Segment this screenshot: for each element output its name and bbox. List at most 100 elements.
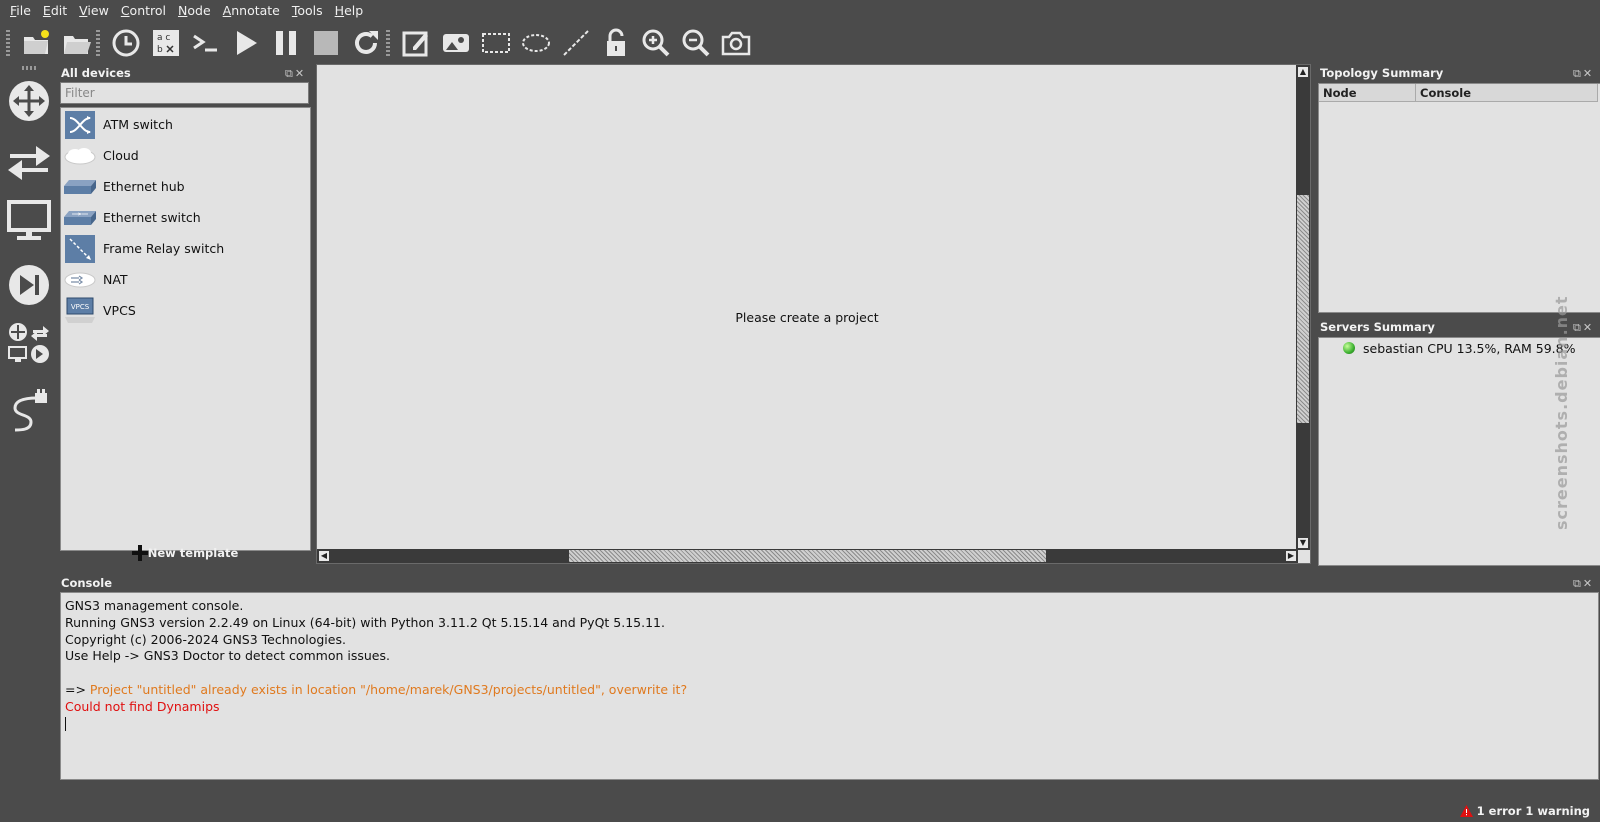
new-project-icon: [24, 30, 49, 54]
console-input-line[interactable]: [65, 716, 1594, 733]
devices-panel-title: All devices: [61, 66, 131, 80]
vpcs-badge-text: VPCS: [71, 303, 90, 311]
new-template-button[interactable]: New template: [58, 542, 312, 564]
toolbar-grip[interactable]: [386, 30, 390, 56]
browse-security-devices-button[interactable]: [4, 260, 54, 310]
watermark: screenshots.debian.net: [1552, 295, 1571, 530]
device-item-nat[interactable]: NAT: [61, 264, 308, 295]
vertical-scrollbar[interactable]: ▲ ▼: [1296, 65, 1310, 550]
draw-rectangle-button[interactable]: [476, 24, 516, 62]
scroll-up-icon[interactable]: ▲: [1298, 67, 1308, 77]
panel-float-close-icon[interactable]: ⧉✕: [1573, 67, 1597, 80]
panel-float-close-icon[interactable]: ⧉✕: [285, 67, 309, 80]
status-text: 1 error 1 warning: [1476, 804, 1590, 818]
cable-link-icon: [13, 389, 47, 432]
svg-text:a c: a c: [157, 33, 170, 43]
scroll-right-icon[interactable]: ▶: [1286, 551, 1296, 561]
atm-switch-icon: [64, 110, 96, 139]
menu-node[interactable]: Node: [172, 0, 217, 22]
vpcs-icon: VPCS: [64, 297, 96, 325]
reload-all-button[interactable]: [346, 24, 386, 62]
console-warning-text: Project "untitled" already exists in loc…: [89, 681, 688, 697]
menu-annotate[interactable]: Annotate: [217, 0, 286, 22]
open-folder-icon: [64, 36, 91, 54]
menu-help[interactable]: Help: [329, 0, 370, 22]
zoom-out-button[interactable]: [676, 24, 716, 62]
panel-float-close-icon[interactable]: ⧉✕: [1573, 577, 1597, 590]
add-note-button[interactable]: [396, 24, 436, 62]
menu-file[interactable]: File: [4, 0, 37, 22]
device-item-cloud[interactable]: Cloud: [61, 140, 308, 171]
server-row[interactable]: sebastian CPU 13.5%, RAM 59.8%: [1319, 339, 1575, 357]
device-list: ATM switch Cloud Ethernet hub Ethernet s…: [60, 107, 311, 551]
line-icon: [563, 30, 589, 56]
new-project-button[interactable]: [16, 24, 56, 62]
draw-ellipse-button[interactable]: [516, 24, 556, 62]
console-error-line: Could not find Dynamips: [65, 698, 220, 714]
snapshot-button[interactable]: [106, 24, 146, 62]
browse-all-devices-button[interactable]: [4, 318, 54, 368]
plus-icon: [131, 545, 148, 561]
toolbar: a c b: [0, 22, 800, 64]
status-bar: 1 error 1 warning: [0, 800, 1600, 822]
browse-routers-button[interactable]: [4, 76, 54, 126]
play-icon: [237, 31, 257, 55]
horizontal-scroll-thumb[interactable]: [569, 550, 1046, 562]
scroll-down-icon[interactable]: ▼: [1298, 538, 1308, 548]
screenshot-button[interactable]: [716, 24, 756, 62]
zoom-in-button[interactable]: [636, 24, 676, 62]
topology-canvas[interactable]: Please create a project ▲ ▼ ◀ ▶: [316, 64, 1311, 564]
menu-edit[interactable]: Edit: [37, 0, 73, 22]
topology-panel-title: Topology Summary: [1320, 66, 1444, 80]
switch-arrows-icon: [8, 146, 50, 180]
rectangle-icon: [482, 33, 510, 53]
start-all-button[interactable]: [226, 24, 266, 62]
device-item-ethernet-switch[interactable]: Ethernet switch: [61, 202, 308, 233]
toolbar-grip[interactable]: [6, 30, 10, 56]
nat-icon: [64, 266, 96, 294]
device-item-vpcs[interactable]: VPCS VPCS: [61, 295, 308, 326]
ellipse-icon: [522, 34, 550, 52]
panel-float-close-icon[interactable]: ⧉✕: [1573, 321, 1597, 334]
new-template-label: New template: [147, 546, 239, 560]
column-header-console[interactable]: Console: [1416, 84, 1598, 102]
browse-end-devices-button[interactable]: [4, 196, 54, 246]
console-panel: Console ⧉✕ GNS3 management console. Runn…: [58, 574, 1600, 794]
text-cursor: [65, 717, 66, 732]
browse-switches-button[interactable]: [4, 136, 54, 186]
menu-view[interactable]: View: [73, 0, 115, 22]
reload-icon: [355, 31, 378, 54]
show-interface-labels-button[interactable]: a c b: [146, 24, 186, 62]
device-item-atm-switch[interactable]: ATM switch: [61, 109, 308, 140]
console-panel-title: Console: [61, 576, 113, 590]
device-item-ethernet-hub[interactable]: Ethernet hub: [61, 171, 308, 202]
horizontal-scrollbar[interactable]: ◀ ▶: [317, 549, 1298, 563]
console-all-button[interactable]: [186, 24, 226, 62]
open-project-button[interactable]: [56, 24, 96, 62]
play-skip-icon: [9, 265, 49, 305]
console-output[interactable]: GNS3 management console. Running GNS3 ve…: [60, 592, 1599, 780]
device-label: Cloud: [103, 148, 139, 163]
menu-tools[interactable]: Tools: [286, 0, 329, 22]
frame-relay-switch-icon: [64, 234, 96, 263]
insert-picture-button[interactable]: [436, 24, 476, 62]
toolbar-grip[interactable]: [96, 30, 100, 56]
column-header-node[interactable]: Node: [1319, 84, 1416, 102]
add-link-button[interactable]: [4, 386, 54, 436]
device-item-frame-relay-switch[interactable]: Frame Relay switch: [61, 233, 308, 264]
device-label: Frame Relay switch: [103, 241, 225, 256]
cloud-icon: [64, 142, 96, 170]
device-label: NAT: [103, 272, 128, 287]
device-filter-input[interactable]: [60, 82, 309, 104]
stop-all-button[interactable]: [306, 24, 346, 62]
scroll-left-icon[interactable]: ◀: [319, 551, 329, 561]
suspend-all-button[interactable]: [266, 24, 306, 62]
status-indicator[interactable]: 1 error 1 warning: [1459, 804, 1590, 818]
ethernet-switch-icon: [64, 204, 96, 232]
vertical-scroll-thumb[interactable]: [1297, 195, 1309, 423]
dock-grip[interactable]: [22, 66, 38, 70]
clock-icon: [112, 29, 140, 57]
menu-control[interactable]: Control: [115, 0, 172, 22]
lock-items-button[interactable]: [596, 24, 636, 62]
draw-line-button[interactable]: [556, 24, 596, 62]
